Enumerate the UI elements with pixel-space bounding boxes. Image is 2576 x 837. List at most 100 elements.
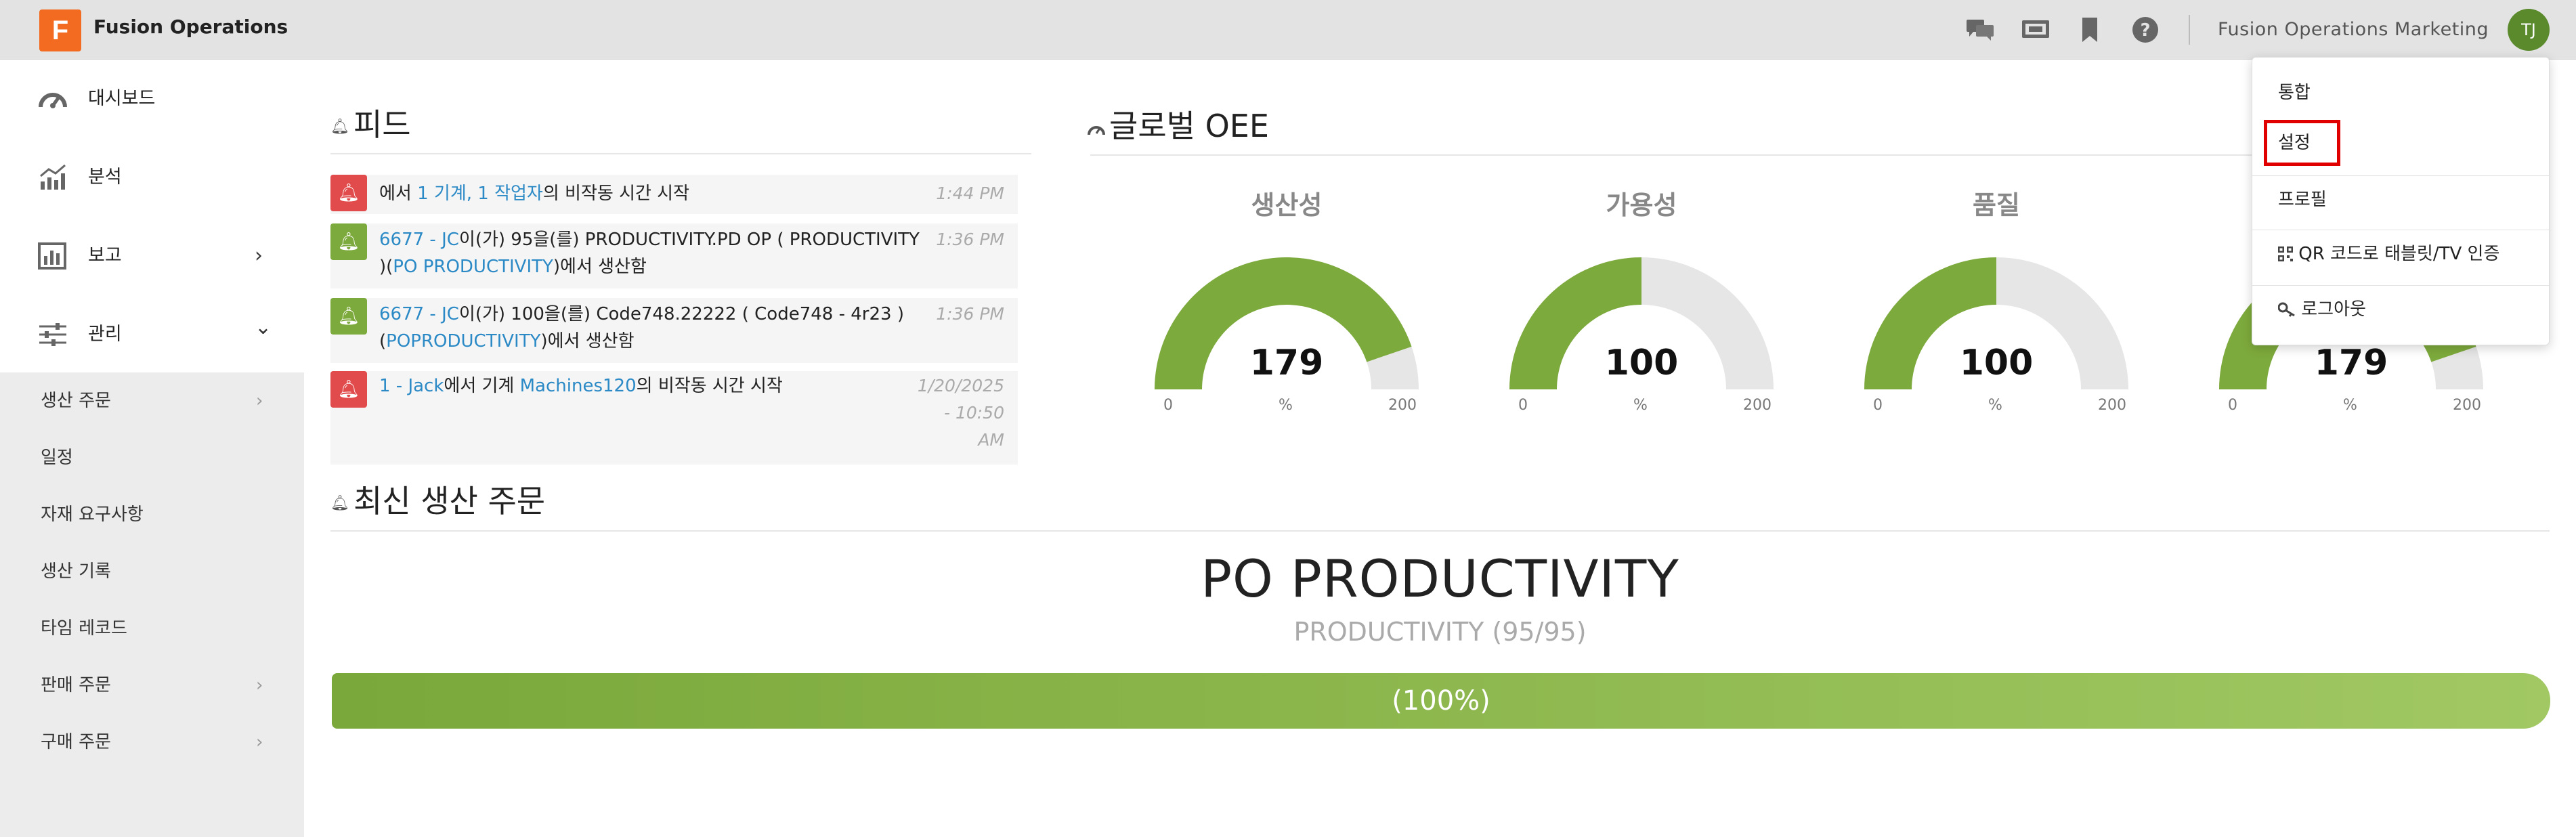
sidebar-subitem-production-orders[interactable]: 생산 주문 — [41, 389, 111, 413]
feed-item-time: 1/20/2025 - 10:50 AM — [917, 376, 1004, 450]
gauge-max: 200 — [1388, 397, 1417, 414]
bell-icon: 🔔︎ — [330, 298, 367, 335]
oee-gauge: 가용성 100 0% 200 — [1499, 183, 1784, 427]
feed-item-text: 에서 1 기계, 1 작업자의 비작동 시간 시작 — [379, 184, 690, 204]
menu-item-logout[interactable]: 로그아웃 — [2277, 296, 2366, 323]
sidebar-subitem-purchase-orders[interactable]: 구매 주문 — [41, 730, 111, 754]
gauge-value: 100 — [1959, 343, 2034, 383]
oee-title-text: 글로벌 OEE — [1109, 108, 1269, 144]
order-progress-bar: (100%) — [332, 673, 2550, 729]
feed-link[interactable]: 1 기계, 1 작업자 — [417, 184, 543, 204]
gauge-unit: % — [1988, 397, 2002, 414]
feed-divider — [330, 153, 1031, 154]
feed-link[interactable]: 6677 - JC — [379, 230, 459, 250]
sidebar-item-dashboard[interactable]: 대시보드 — [0, 60, 304, 138]
feed-item-text: 6677 - JC이(가) 95을(를) PRODUCTIVITY.PD OP … — [379, 230, 920, 277]
chevron-down-icon: ⌄ — [255, 316, 272, 339]
gauge-max: 200 — [2098, 397, 2126, 414]
menu-item-qr-auth[interactable]: QR 코드로 태블릿/TV 인증 — [2278, 240, 2499, 267]
sidebar-item-label: 대시보드 — [88, 88, 156, 109]
analytics-icon — [38, 164, 68, 191]
gauge-unit: % — [1279, 397, 1293, 414]
latest-orders-divider — [330, 530, 2550, 532]
gauge-max: 200 — [1743, 397, 1772, 414]
bookmark-icon[interactable] — [2075, 15, 2105, 45]
feed-item[interactable]: 🔔︎ 에서 1 기계, 1 작업자의 비작동 시간 시작 1:44 PM — [330, 175, 1018, 214]
feed-link[interactable]: POPRODUCTIVITY — [386, 331, 540, 351]
sidebar-item-management[interactable]: 관리 ⌄ — [0, 295, 304, 374]
sidebar-item-analytics[interactable]: 분석 — [0, 138, 304, 217]
feed-item-time: 1:36 PM — [936, 304, 1004, 324]
gauge-value: 100 — [1604, 343, 1679, 383]
menu-divider — [2252, 285, 2550, 286]
top-bar: F Fusion Operations ? Fusion Operations … — [0, 0, 2576, 60]
user-avatar[interactable]: TJ — [2508, 9, 2550, 51]
sidebar-item-label: 관리 — [88, 324, 122, 345]
key-icon — [2277, 299, 2301, 320]
oee-gauge: 품질 100 0% 200 — [1854, 183, 2139, 427]
feed-title-text: 피드 — [353, 106, 411, 143]
app-logo[interactable]: F — [39, 9, 81, 51]
gauge-label: 생산성 — [1251, 190, 1323, 220]
bell-icon: 🔔︎ — [330, 494, 349, 512]
feed-link[interactable]: 1 - Jack — [379, 376, 444, 396]
qr-code-icon — [2278, 244, 2298, 264]
chevron-right-icon: › — [256, 732, 263, 752]
user-menu: 통합 설정 프로필 QR 코드로 태블릿/TV 인증 로그아웃 — [2252, 57, 2550, 345]
order-progress-label: (100%) — [1392, 685, 1490, 716]
header-divider — [2189, 15, 2190, 45]
latest-orders-title-text: 최신 생산 주문 — [353, 483, 546, 519]
sidebar-subitem-production-records[interactable]: 생산 기록 — [41, 559, 111, 584]
sidebar-subitem-schedule[interactable]: 일정 — [41, 446, 73, 470]
oee-title: 글로벌 OEE — [1088, 106, 1269, 149]
feed-link[interactable]: PO PRODUCTIVITY — [393, 257, 553, 277]
menu-divider — [2252, 175, 2550, 176]
gauge-min: 0 — [1163, 397, 1173, 414]
dashboard-icon — [38, 85, 68, 112]
order-name[interactable]: PO PRODUCTIVITY — [330, 549, 2550, 609]
svg-text:?: ? — [2140, 20, 2150, 41]
gauge-min: 0 — [1873, 397, 1883, 414]
feed-item-text: 1 - Jack에서 기계 Machines120의 비작동 시간 시작 — [379, 376, 783, 396]
organization-name[interactable]: Fusion Operations Marketing — [2218, 18, 2489, 42]
gauge-unit: % — [1633, 397, 1648, 414]
feed-item-time: 1:44 PM — [936, 184, 1004, 203]
feed-link[interactable]: Machines120 — [520, 376, 637, 396]
menu-item-label: QR 코드로 태블릿/TV 인증 — [2298, 244, 2500, 264]
bell-icon: 🔔︎ — [330, 118, 349, 135]
gauge-min: 0 — [2228, 397, 2237, 414]
feed-item-time: 1:36 PM — [936, 230, 1004, 249]
feed-item[interactable]: 🔔︎ 1 - Jack에서 기계 Machines120의 비작동 시간 시작 … — [330, 371, 1018, 465]
order-detail: PRODUCTIVITY (95/95) — [1293, 617, 1587, 647]
bell-icon: 🔔︎ — [330, 175, 367, 211]
monitor-icon[interactable] — [2021, 15, 2051, 45]
gauge-label: 품질 — [1973, 190, 2020, 220]
gauge-icon — [1088, 108, 1105, 149]
sidebar-subitem-material-requirements[interactable]: 자재 요구사항 — [41, 502, 144, 527]
sidebar-item-label: 분석 — [88, 167, 122, 188]
bell-icon: 🔔︎ — [330, 371, 367, 408]
chevron-right-icon: › — [255, 244, 263, 267]
oee-gauge: 생산성 179 0% 200 — [1144, 183, 1429, 427]
feed-item[interactable]: 🔔︎ 6677 - JC이(가) 95을(를) PRODUCTIVITY.PD … — [330, 223, 1018, 288]
feed-title: 🔔︎ 피드 — [330, 104, 411, 148]
sidebar-subitem-time-records[interactable]: 타임 레코드 — [41, 616, 127, 641]
gauge-value: 179 — [1249, 343, 1324, 383]
sidebar-submenu: 생산 주문 › 일정 자재 요구사항 생산 기록 타임 레코드 판매 주문 › … — [0, 372, 304, 837]
report-icon — [38, 242, 68, 270]
sidebar: 대시보드 분석 보고 › 관리 ⌄ 생산 주문 › 일정 자재 요구사항 생산 … — [0, 60, 304, 837]
feed-link[interactable]: 6677 - JC — [379, 304, 459, 324]
menu-item-profile[interactable]: 프로필 — [2278, 186, 2327, 213]
bell-icon: 🔔︎ — [330, 223, 367, 260]
menu-item-integrations[interactable]: 통합 — [2278, 79, 2311, 106]
chevron-right-icon: › — [256, 675, 263, 695]
chat-icon[interactable] — [1965, 15, 1995, 45]
gauge-max: 200 — [2453, 397, 2481, 414]
help-icon[interactable]: ? — [2130, 15, 2160, 45]
gauge-label: 가용성 — [1606, 190, 1677, 220]
feed-item[interactable]: 🔔︎ 6677 - JC이(가) 100을(를) Code748.22222 (… — [330, 298, 1018, 363]
latest-orders-title: 🔔︎ 최신 생산 주문 — [330, 481, 545, 524]
sidebar-item-reports[interactable]: 보고 › — [0, 217, 304, 295]
app-name[interactable]: Fusion Operations — [93, 14, 288, 41]
sidebar-subitem-sales-orders[interactable]: 판매 주문 — [41, 673, 111, 698]
